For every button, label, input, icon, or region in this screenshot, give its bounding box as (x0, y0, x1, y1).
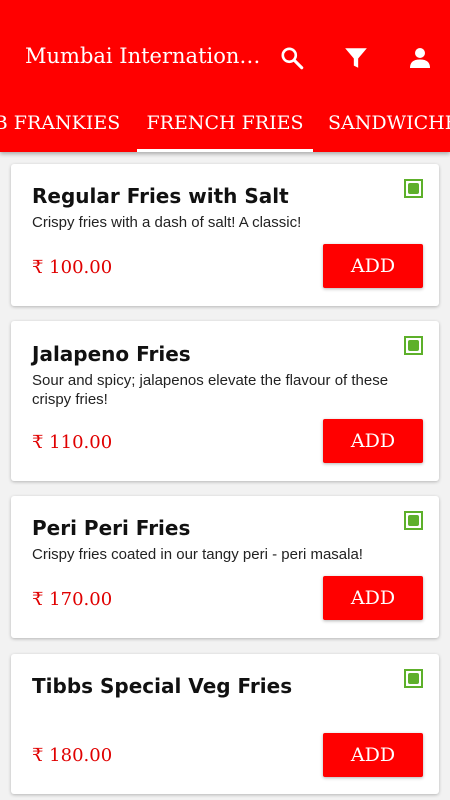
menu-item-card[interactable]: Peri Peri Fries Crispy fries coated in o… (11, 496, 439, 638)
item-price: ₹ 180.00 (32, 745, 113, 766)
menu-item-card[interactable]: Jalapeno Fries Sour and spicy; jalapenos… (11, 321, 439, 481)
item-price: ₹ 100.00 (32, 257, 113, 278)
veg-indicator-icon (404, 511, 423, 530)
category-tabs: B FRANKIES FRENCH FRIES SANDWICHES (0, 96, 450, 152)
item-description: Sour and spicy; jalapenos elevate the fl… (32, 372, 389, 408)
item-description: Crispy fries with a dash of salt! A clas… (32, 214, 302, 231)
account-icon (410, 48, 430, 68)
item-name: Tibbs Special Veg Fries (32, 674, 293, 698)
add-button[interactable]: ADD (323, 576, 423, 620)
item-name: Regular Fries with Salt (32, 184, 289, 208)
veg-indicator-icon (404, 179, 423, 198)
app-bar: Mumbai International Tibbs Frankie B FRA… (0, 0, 450, 152)
item-name: Jalapeno Fries (32, 342, 191, 366)
item-price: ₹ 110.00 (32, 432, 113, 453)
item-name: Peri Peri Fries (32, 516, 191, 540)
filter-icon (345, 48, 367, 68)
add-button[interactable]: ADD (323, 244, 423, 288)
account-button[interactable] (402, 40, 438, 76)
filter-button[interactable] (338, 40, 374, 76)
veg-indicator-icon (404, 669, 423, 688)
tab-frankies[interactable]: B FRANKIES (0, 96, 122, 152)
menu-item-card[interactable]: Regular Fries with Salt Crispy fries wit… (11, 164, 439, 306)
item-description: Crispy fries coated in our tangy peri - … (32, 546, 363, 563)
add-button[interactable]: ADD (323, 419, 423, 463)
restaurant-title: Mumbai International Tibbs Frankie (25, 44, 265, 68)
add-button[interactable]: ADD (323, 733, 423, 777)
search-button[interactable] (274, 40, 310, 76)
menu-item-card[interactable]: Tibbs Special Veg Fries ₹ 180.00 ADD (11, 654, 439, 794)
item-price: ₹ 170.00 (32, 589, 113, 610)
veg-indicator-icon (404, 336, 423, 355)
search-icon (281, 47, 304, 70)
tab-french-fries[interactable]: FRENCH FRIES (137, 96, 313, 152)
tab-sandwiches[interactable]: SANDWICHES (328, 96, 450, 152)
